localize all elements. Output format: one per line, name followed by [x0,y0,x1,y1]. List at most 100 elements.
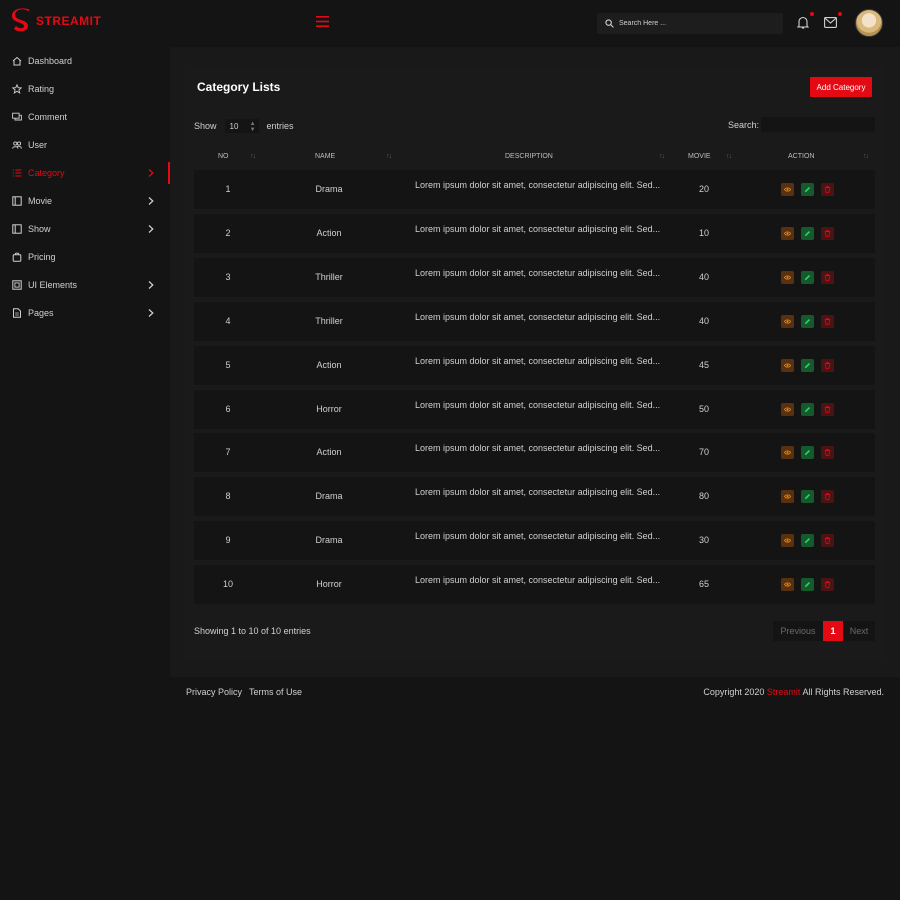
sort-icon[interactable]: ↑↓ [659,153,665,160]
delete-button[interactable] [821,270,834,284]
sidebar-item-ui-elements[interactable]: UI Elements [0,271,170,299]
top-search-bar[interactable] [597,13,783,34]
sidebar-item-pages[interactable]: Pages [0,299,170,327]
view-button[interactable] [781,534,794,548]
terms-of-use-link[interactable]: Terms of Use [249,687,302,697]
edit-button[interactable] [801,183,814,196]
table-info: Showing 1 to 10 of 10 entries [194,626,311,636]
cell-movie: 50 [698,403,709,414]
mail-icon[interactable] [824,17,837,28]
delete-button[interactable] [821,314,834,328]
previous-page-button[interactable]: Previous [773,621,823,641]
sort-icon[interactable]: ↑↓ [726,153,732,160]
sidebar-item-dashboard[interactable]: Dashboard [0,47,170,75]
edit-button[interactable] [801,226,814,240]
cell-no: 8 [225,491,231,502]
edit-button[interactable] [801,446,814,460]
view-button[interactable] [781,490,794,504]
sort-icon[interactable]: ↑↓ [250,153,256,160]
cell-movie: 80 [698,491,709,502]
table-row: 4 Thriller Lorem ipsum dolor sit amet, con… [194,301,875,341]
user-avatar[interactable] [855,9,883,37]
trash-icon [824,274,831,281]
copyright-brand-link[interactable]: Streamit [767,687,801,697]
table-row: 2 Action Lorem ipsum dolor sit amet, conse… [194,213,875,253]
entries-select-value: 10 [229,121,239,131]
sidebar-item-movie[interactable]: Movie [0,187,170,215]
view-button[interactable] [781,578,794,592]
trash-icon [824,361,831,369]
sidebar-item-category[interactable]: Category [0,159,170,187]
cell-description: Lorem ipsum dolor sit amet, consectetur … [415,223,661,234]
view-button[interactable] [781,183,794,196]
entries-select[interactable]: 10 ▲ ▼ [224,119,259,133]
delete-button[interactable] [821,226,834,240]
sort-icon[interactable]: ↑↓ [863,153,869,160]
delete-button[interactable] [821,578,834,592]
privacy-policy-link[interactable]: Privacy Policy [186,687,242,697]
cell-name: Action [316,447,342,458]
sidebar-item-show[interactable]: Show [0,215,170,243]
delete-button[interactable] [821,534,834,548]
hamburger-menu-icon[interactable] [316,16,329,27]
delete-button[interactable] [821,402,834,416]
table-row: 1 Drama Lorem ipsum dolor sit amet, consec… [194,170,875,209]
edit-button[interactable] [801,490,814,504]
delete-button[interactable] [821,490,834,504]
view-button[interactable] [781,446,794,460]
cell-description: Lorem ipsum dolor sit amet, consectetur … [415,267,661,278]
star-icon [12,84,22,94]
view-button[interactable] [781,402,794,416]
cell-movie: 30 [698,535,709,546]
row-actions [781,402,841,416]
view-button[interactable] [781,226,794,240]
cell-description: Lorem ipsum dolor sit amet, consectetur … [415,399,661,410]
sidebar-item-pricing[interactable]: Pricing [0,243,170,271]
edit-button[interactable] [801,534,814,548]
edit-button[interactable] [801,358,814,372]
page-1-button[interactable]: 1 [823,621,843,641]
trash-icon [824,449,831,457]
cell-description: Lorem ipsum dolor sit amet, consectetur … [415,531,661,542]
cell-name: Action [316,227,342,238]
sort-icon[interactable]: ↑↓ [386,153,392,160]
edit-button[interactable] [801,270,814,284]
eye-icon [784,231,791,236]
entries-length-control: Show 10 ▲ ▼ entries [194,119,294,133]
header-name[interactable]: NAME [315,153,335,160]
sidebar-item-user[interactable]: User [0,131,170,159]
edit-button[interactable] [801,402,814,416]
next-page-button[interactable]: Next [843,621,875,641]
sidebar-item-label: UI Elements [28,280,78,290]
topbar [170,0,900,47]
bell-icon[interactable] [797,16,809,29]
delete-button[interactable] [821,358,834,372]
view-button[interactable] [781,358,794,372]
sidebar-item-rating[interactable]: Rating [0,75,170,103]
cell-movie: 70 [698,447,709,458]
header-movie[interactable]: MOVIE [688,153,711,160]
sidebar-item-comment[interactable]: Comment [0,103,170,131]
cell-no: 6 [225,403,231,414]
header-description[interactable]: DESCRIPTION [505,153,553,160]
delete-button[interactable] [821,183,834,196]
view-button[interactable] [781,314,794,328]
edit-button[interactable] [801,314,814,328]
table-row: 9 Drama Lorem ipsum dolor sit amet, consec… [194,521,875,561]
top-search-input[interactable] [619,20,769,27]
cell-name: Horror [316,403,342,414]
eye-icon [784,406,791,412]
add-category-button[interactable]: Add Category [810,77,872,97]
row-actions [781,358,841,372]
cell-name: Thriller [315,315,343,326]
view-button[interactable] [781,270,794,284]
cell-movie: 45 [698,359,709,370]
users-icon [12,140,22,150]
delete-button[interactable] [821,446,834,460]
edit-button[interactable] [801,578,814,592]
select-arrows-icon: ▲ ▼ [249,121,256,133]
table-search-input[interactable] [761,117,875,132]
pencil-icon [804,494,811,500]
header-no[interactable]: NO [218,153,229,160]
logo[interactable]: STREAMIT [12,8,101,34]
